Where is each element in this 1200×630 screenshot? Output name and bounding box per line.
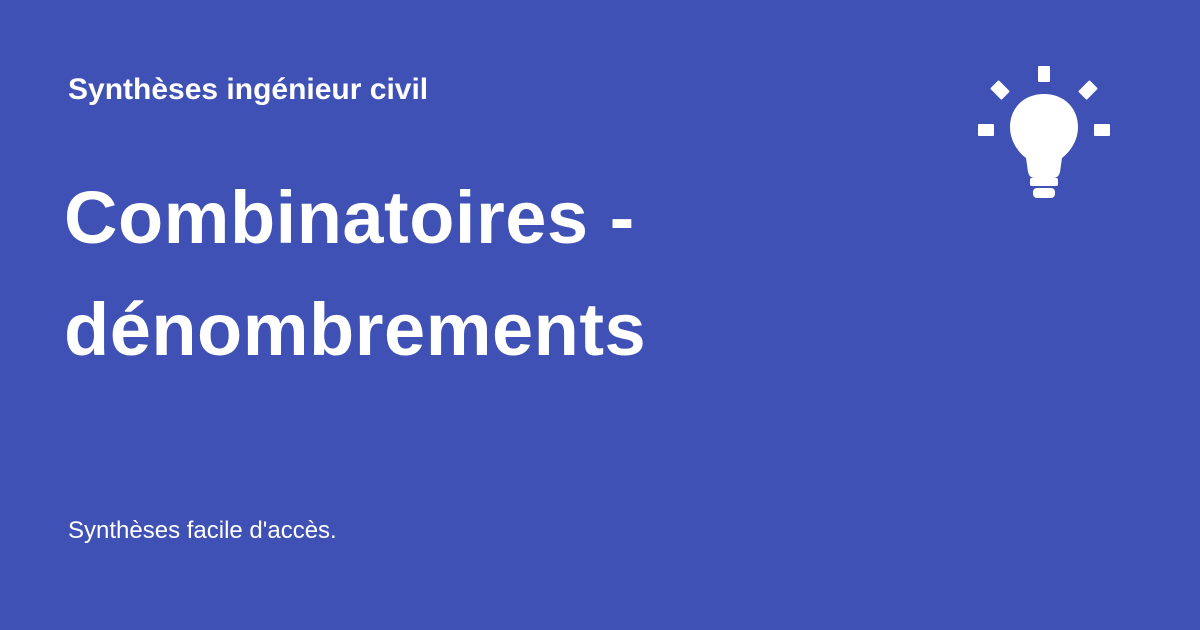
site-name: Synthèses ingénieur civil [68, 73, 429, 106]
page-title: Combinatoires - dénombrements [64, 176, 647, 371]
social-card: Synthèses ingénieur civil Combinatoires … [0, 0, 1200, 630]
lightbulb-icon [978, 66, 1110, 198]
tagline: Synthèses facile d'accès. [68, 517, 337, 544]
